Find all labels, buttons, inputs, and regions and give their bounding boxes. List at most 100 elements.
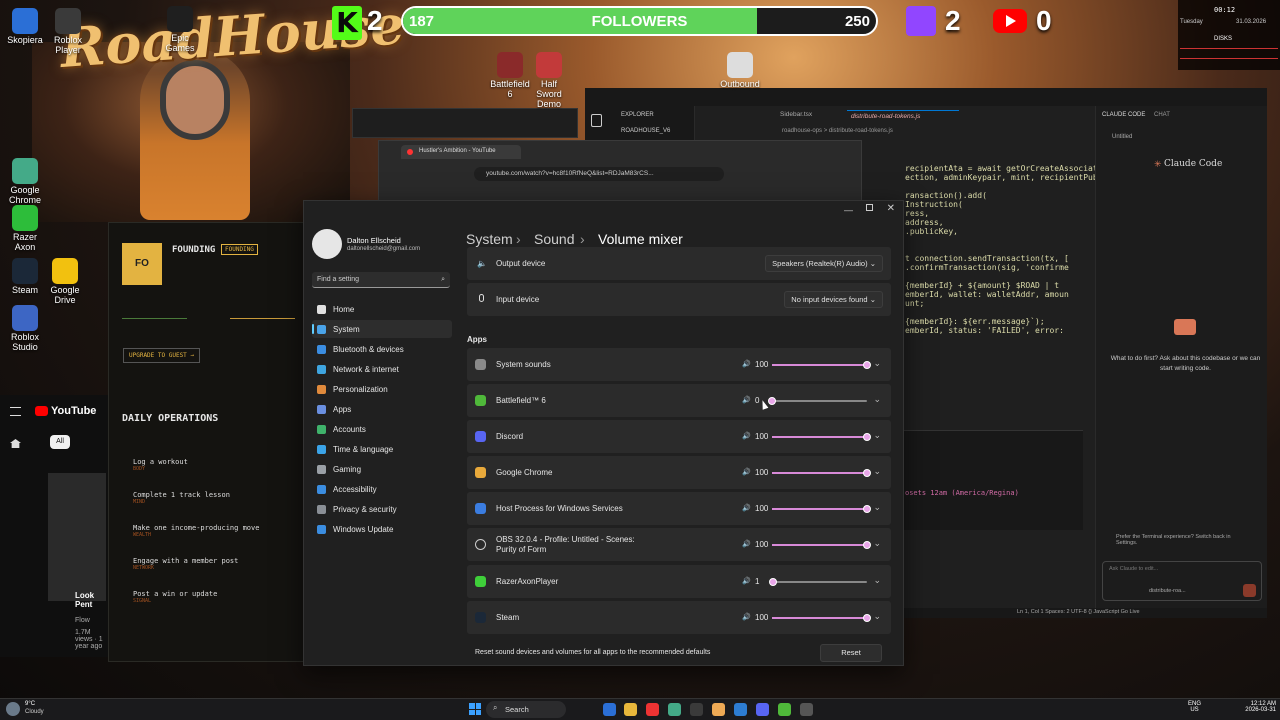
taskbar-clock[interactable]: 12:12 AM 2026-03-31 [1236,701,1276,713]
chevron-down-icon[interactable]: ⌄ [873,394,881,405]
input-device-row[interactable]: Input device No input devices found ⌄ [467,283,891,316]
maximize-button[interactable] [866,204,873,211]
volume-icon[interactable]: 🔊 [742,432,751,440]
app-volume-row[interactable]: Steam 🔊 100 ⌄ [467,601,891,634]
avatar[interactable] [312,229,342,259]
nav-item-apps[interactable]: Apps [312,400,452,418]
task-item[interactable]: Complete 1 track lesson MIND [133,491,303,505]
volume-slider[interactable] [768,397,867,405]
desktop-icon-label[interactable]: Steam [5,285,45,295]
browser-tab[interactable]: Hustler's Ambition - YouTube [401,145,521,159]
nav-item-system[interactable]: System [312,320,452,338]
claude-tab-code[interactable]: CLAUDE CODE [1102,112,1145,118]
volume-slider[interactable] [772,469,871,477]
volume-icon[interactable]: 🔊 [742,613,751,621]
app-icon[interactable] [12,8,38,34]
steam-icon[interactable] [12,258,38,284]
desktop-icon-label[interactable]: Battlefield 6 [490,79,530,99]
volume-slider[interactable] [772,614,871,622]
desktop-icon-label[interactable]: Outbound [720,79,760,89]
battlefield-icon[interactable] [778,703,791,716]
volume-slider-thumb[interactable] [863,614,871,622]
app-volume-row[interactable]: Discord 🔊 100 ⌄ [467,420,891,453]
epic-icon[interactable] [167,6,193,32]
desktop-icon-label[interactable]: Roblox Player [48,35,88,55]
volume-icon[interactable]: 🔊 [742,504,751,512]
task-view-icon[interactable] [603,703,616,716]
nav-item-home[interactable]: Home [312,300,452,318]
desktop-icon-label[interactable]: Google Drive [45,285,85,305]
editor-tab-sidebar[interactable]: Sidebar.tsx [780,111,812,118]
volume-slider-thumb[interactable] [863,541,871,549]
editor-tab-active[interactable]: distribute-road-tokens.js [847,110,959,122]
nav-item-gaming[interactable]: Gaming [312,460,452,478]
volume-slider[interactable] [772,505,871,513]
claude-tab-chat[interactable]: CHAT [1154,112,1170,118]
volume-slider[interactable] [772,433,871,441]
close-button[interactable]: ✕ [887,203,895,214]
nav-item-windows-update[interactable]: Windows Update [312,520,452,538]
nav-item-accounts[interactable]: Accounts [312,420,452,438]
home-icon[interactable] [10,439,21,448]
youtube-brand[interactable]: YouTube [51,405,96,417]
chevron-down-icon[interactable]: ⌄ [873,538,881,549]
search-input[interactable]: Find a setting ⌕ [312,272,450,288]
app-volume-row[interactable]: Host Process for Windows Services 🔊 100 ⌄ [467,492,891,525]
razer-icon[interactable] [12,205,38,231]
file-chip[interactable]: distribute-roa... [1149,588,1186,594]
desktop-icon-label[interactable]: Roblox Studio [5,332,45,352]
output-device-select[interactable]: Speakers (Realtek(R) Audio) ⌄ [765,255,883,272]
settings-gear-icon[interactable] [800,703,813,716]
video-thumbnail[interactable] [48,473,106,601]
nav-item-network-internet[interactable]: Network & internet [312,360,452,378]
desktop-icon-label[interactable]: Google Chrome [5,185,45,205]
task-item[interactable]: Log a workout BODY [133,458,303,472]
desktop-icon-label[interactable]: Skopiera [5,35,45,45]
weather-desc[interactable]: Cloudy [25,709,44,715]
breadcrumb-sound[interactable]: Sound [534,231,574,247]
volume-icon[interactable]: 🔊 [742,577,751,585]
volume-slider-thumb[interactable] [863,433,871,441]
desktop-icon-label[interactable]: Epic Games [160,33,200,53]
breadcrumb-system[interactable]: System [466,231,513,247]
reset-button[interactable]: Reset [820,644,882,662]
drive-icon[interactable] [52,258,78,284]
output-device-row[interactable]: 🔈 Output device Speakers (Realtek(R) Aud… [467,247,891,280]
files-icon[interactable] [591,114,602,127]
chevron-down-icon[interactable]: ⌄ [873,575,881,586]
discord-icon[interactable] [756,703,769,716]
chevron-down-icon[interactable]: ⌄ [873,358,881,369]
task-item[interactable]: Post a win or update SIGNAL [133,590,303,604]
volume-icon[interactable]: 🔊 [742,540,751,548]
chevron-down-icon[interactable]: ⌄ [873,502,881,513]
input-device-select[interactable]: No input devices found ⌄ [784,291,883,308]
task-item[interactable]: Engage with a member post NETWORK [133,557,303,571]
app-volume-row[interactable]: OBS 32.0.4 - Profile: Untitled - Scenes:… [467,528,891,561]
desktop-icon-label[interactable]: Half Sword Demo [529,79,569,109]
vscode-icon[interactable] [734,703,747,716]
app-volume-row[interactable]: Battlefield™ 6 🔊 0 ⌄ [467,384,891,417]
code-area[interactable]: recipientAta = await getOrCreateAssociat… [905,164,1117,335]
nav-item-privacy-security[interactable]: Privacy & security [312,500,452,518]
nav-item-personalization[interactable]: Personalization [312,380,452,398]
video-title[interactable]: Look Pent [75,591,105,609]
app-volume-row[interactable]: RazerAxonPlayer 🔊 1 ⌄ [467,565,891,598]
upgrade-button[interactable]: UPGRADE TO GUEST → [123,348,201,363]
start-windows-icon[interactable] [469,703,481,715]
nav-item-bluetooth-devices[interactable]: Bluetooth & devices [312,340,452,358]
chevron-down-icon[interactable]: ⌄ [873,466,881,477]
volume-slider[interactable] [768,578,867,586]
volume-icon[interactable]: 🔊 [742,396,751,404]
terminal-panel[interactable]: osets 12am (America/Regina) [903,430,1083,530]
volume-icon[interactable]: 🔊 [742,468,751,476]
volume-slider[interactable] [772,361,871,369]
roblox-studio-icon[interactable] [12,305,38,331]
menu-icon[interactable] [10,407,21,416]
minimize-button[interactable]: — [844,205,853,215]
git-icon[interactable] [712,703,725,716]
volume-slider-thumb[interactable] [863,505,871,513]
claude-input[interactable]: Ask Claude to edit... distribute-roa... [1102,561,1262,601]
youtube-app-icon[interactable] [646,703,659,716]
chrome-icon[interactable] [668,703,681,716]
chip-all[interactable]: All [50,435,70,449]
